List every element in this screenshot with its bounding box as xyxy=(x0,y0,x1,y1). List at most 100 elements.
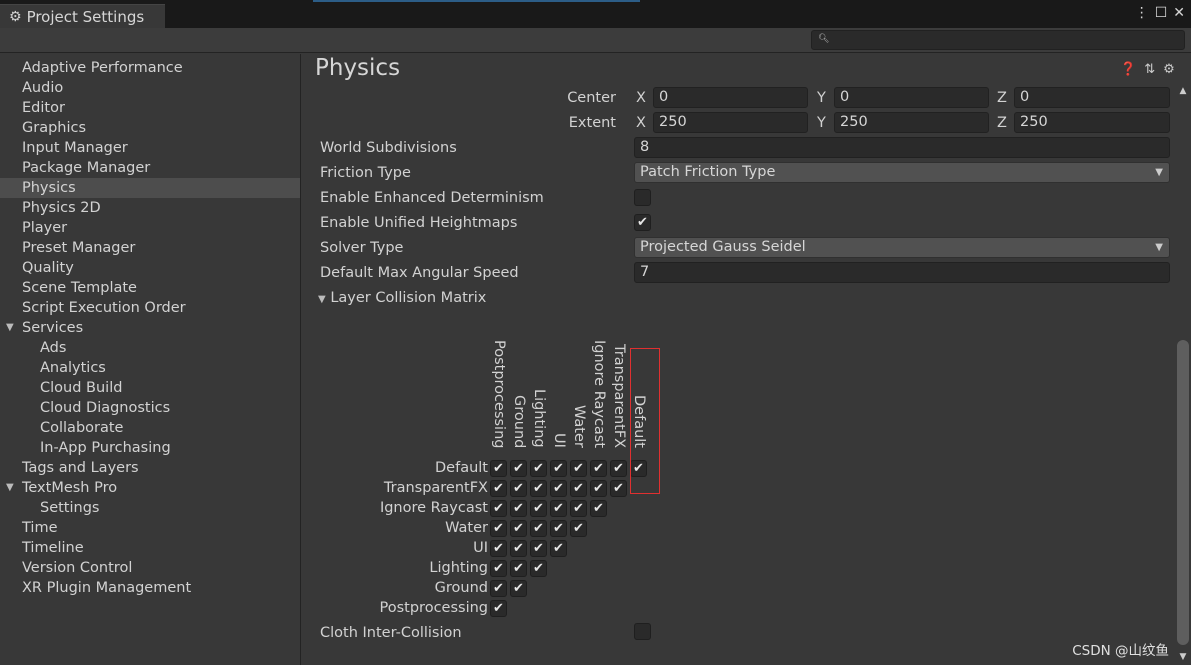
matrix-row-label: UI xyxy=(473,540,488,556)
matrix-row-label: Lighting xyxy=(429,560,488,576)
matrix-row-label: Ignore Raycast xyxy=(379,500,488,516)
matrix-checkbox[interactable]: ✔ xyxy=(610,480,627,497)
matrix-checkbox[interactable]: ✔ xyxy=(530,460,547,477)
z-axis-label: Z xyxy=(997,90,1007,106)
matrix-checkbox[interactable]: ✔ xyxy=(510,460,527,477)
matrix-checkbox[interactable]: ✔ xyxy=(570,500,587,517)
sidebar-item[interactable]: Physics 2D xyxy=(0,198,300,218)
matrix-checkbox[interactable]: ✔ xyxy=(530,560,547,577)
matrix-checkbox[interactable]: ✔ xyxy=(570,460,587,477)
center-z-field[interactable]: 0 xyxy=(1014,87,1170,108)
sidebar-item[interactable]: Quality xyxy=(0,258,300,278)
center-x-field[interactable]: 0 xyxy=(653,87,808,108)
matrix-checkbox[interactable]: ✔ xyxy=(590,500,607,517)
matrix-checkbox[interactable]: ✔ xyxy=(590,460,607,477)
sidebar-item[interactable]: Version Control xyxy=(0,558,300,578)
sidebar-item-label: Quality xyxy=(22,260,74,276)
layer-collision-matrix-label: Layer Collision Matrix xyxy=(330,290,487,306)
sidebar-item[interactable]: Scene Template xyxy=(0,278,300,298)
sidebar-item[interactable]: Input Manager xyxy=(0,138,300,158)
matrix-checkbox[interactable]: ✔ xyxy=(510,540,527,557)
matrix-checkbox[interactable]: ✔ xyxy=(490,560,507,577)
scroll-up-icon[interactable]: ▲ xyxy=(1176,86,1190,96)
matrix-checkbox[interactable]: ✔ xyxy=(530,500,547,517)
matrix-checkbox[interactable]: ✔ xyxy=(490,520,507,537)
chevron-down-icon: ▼ xyxy=(1155,167,1163,178)
friction-type-dropdown[interactable]: Patch Friction Type ▼ xyxy=(634,162,1170,183)
matrix-checkbox[interactable]: ✔ xyxy=(550,520,567,537)
search-input[interactable]: 🔍︎ xyxy=(811,30,1185,50)
max-angular-speed-field[interactable]: 7 xyxy=(634,262,1170,283)
matrix-checkbox[interactable]: ✔ xyxy=(570,520,587,537)
matrix-checkbox[interactable]: ✔ xyxy=(490,480,507,497)
sidebar-item[interactable]: Editor xyxy=(0,98,300,118)
matrix-checkbox[interactable]: ✔ xyxy=(550,460,567,477)
matrix-checkbox[interactable]: ✔ xyxy=(490,580,507,597)
sidebar-item[interactable]: Package Manager xyxy=(0,158,300,178)
matrix-checkbox[interactable]: ✔ xyxy=(490,600,507,617)
sidebar-item[interactable]: Settings xyxy=(0,498,300,518)
matrix-checkbox[interactable]: ✔ xyxy=(530,480,547,497)
enhanced-determinism-checkbox[interactable] xyxy=(634,189,651,206)
max-angular-speed-label: Default Max Angular Speed xyxy=(320,265,519,281)
matrix-row-label: Postprocessing xyxy=(379,600,488,616)
sidebar-item-label: Package Manager xyxy=(22,160,151,176)
matrix-checkbox[interactable]: ✔ xyxy=(590,480,607,497)
matrix-checkbox[interactable]: ✔ xyxy=(490,500,507,517)
matrix-checkbox[interactable]: ✔ xyxy=(530,520,547,537)
y-axis-label: Y xyxy=(817,90,826,106)
close-icon[interactable]: ✕ xyxy=(1173,5,1185,21)
matrix-checkbox[interactable]: ✔ xyxy=(490,460,507,477)
enhanced-determinism-label: Enable Enhanced Determinism xyxy=(320,190,544,206)
matrix-checkbox[interactable]: ✔ xyxy=(510,580,527,597)
sidebar-item[interactable]: Script Execution Order xyxy=(0,298,300,318)
matrix-checkbox[interactable]: ✔ xyxy=(550,480,567,497)
sidebar-item[interactable]: Time xyxy=(0,518,300,538)
unified-heightmaps-label: Enable Unified Heightmaps xyxy=(320,215,518,231)
scroll-down-icon[interactable]: ▼ xyxy=(1176,652,1190,662)
sidebar-item[interactable]: Graphics xyxy=(0,118,300,138)
cloth-inter-collision-checkbox[interactable] xyxy=(634,623,651,640)
sidebar-item[interactable]: Timeline xyxy=(0,538,300,558)
sidebar-item[interactable]: ▼ TextMesh Pro xyxy=(0,478,300,498)
sidebar-item[interactable]: Audio xyxy=(0,78,300,98)
sidebar-item[interactable]: Player xyxy=(0,218,300,238)
sidebar-item-label: Audio xyxy=(22,80,64,96)
sidebar-item[interactable]: Physics xyxy=(0,178,300,198)
sidebar-item-label: Editor xyxy=(22,100,65,116)
gear-icon[interactable]: ⚙ xyxy=(1163,62,1175,77)
matrix-checkbox[interactable]: ✔ xyxy=(490,540,507,557)
sidebar-item-label: Graphics xyxy=(22,120,87,136)
extent-y-field[interactable]: 250 xyxy=(834,112,989,133)
more-options-icon[interactable]: ⋮ xyxy=(1135,5,1149,21)
matrix-checkbox[interactable]: ✔ xyxy=(550,540,567,557)
center-y-field[interactable]: 0 xyxy=(834,87,989,108)
preset-icon[interactable]: ⇅ xyxy=(1144,62,1155,77)
world-subdivisions-field[interactable]: 8 xyxy=(634,137,1170,158)
unified-heightmaps-checkbox[interactable]: ✔ xyxy=(634,214,651,231)
scrollbar-thumb[interactable] xyxy=(1177,340,1189,645)
matrix-checkbox[interactable]: ✔ xyxy=(530,540,547,557)
matrix-column-header: Lighting xyxy=(531,389,547,448)
help-icon[interactable]: ❓ xyxy=(1120,62,1136,77)
matrix-checkbox[interactable]: ✔ xyxy=(510,520,527,537)
sidebar-item-label: Player xyxy=(22,220,68,236)
sidebar-item[interactable]: XR Plugin Management xyxy=(0,578,300,598)
sidebar-item[interactable]: Tags and Layers xyxy=(0,458,300,478)
sidebar-item[interactable]: Adaptive Performance xyxy=(0,58,300,78)
matrix-checkbox[interactable]: ✔ xyxy=(510,500,527,517)
tab-project-settings[interactable]: ⚙ Project Settings xyxy=(0,4,165,28)
matrix-checkbox[interactable]: ✔ xyxy=(610,460,627,477)
matrix-row-label: Default xyxy=(435,460,488,476)
extent-x-field[interactable]: 250 xyxy=(653,112,808,133)
matrix-checkbox[interactable]: ✔ xyxy=(570,480,587,497)
extent-z-field[interactable]: 250 xyxy=(1014,112,1170,133)
matrix-checkbox[interactable]: ✔ xyxy=(550,500,567,517)
matrix-checkbox[interactable]: ✔ xyxy=(510,560,527,577)
matrix-checkbox[interactable]: ✔ xyxy=(510,480,527,497)
maximize-icon[interactable]: ☐ xyxy=(1155,5,1168,21)
layer-collision-matrix-foldout[interactable]: ▼ Layer Collision Matrix xyxy=(318,288,486,308)
solver-type-dropdown[interactable]: Projected Gauss Seidel ▼ xyxy=(634,237,1170,258)
triangle-down-icon[interactable]: ▼ xyxy=(6,478,14,498)
sidebar-item[interactable]: Preset Manager xyxy=(0,238,300,258)
